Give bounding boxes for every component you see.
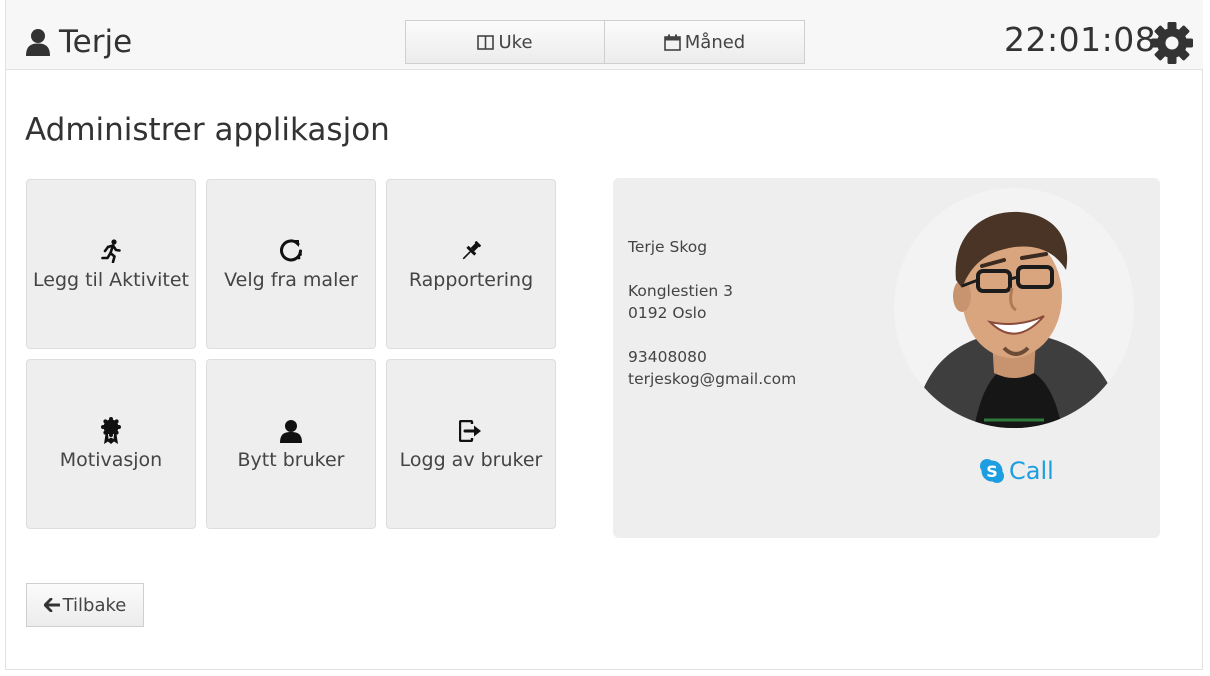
reporting-label: Rapportering xyxy=(408,269,534,291)
avatar-photo xyxy=(894,188,1134,428)
contact-info: Terje Skog Konglestien 3 0192 Oslo 93408… xyxy=(628,236,796,390)
contact-street: Konglestien 3 xyxy=(628,282,733,300)
refresh-icon xyxy=(280,239,302,262)
contact-name: Terje Skog xyxy=(628,238,708,256)
choose-template-tile[interactable]: Velg fra maler xyxy=(206,179,376,349)
logout-tile[interactable]: Logg av bruker xyxy=(386,359,556,529)
contact-card: Terje Skog Konglestien 3 0192 Oslo 93408… xyxy=(613,178,1160,538)
skype-icon: S xyxy=(980,459,1004,483)
view-toggle: Uke Måned xyxy=(405,20,805,64)
back-button[interactable]: Tilbake xyxy=(26,583,144,627)
month-view-button[interactable]: Måned xyxy=(605,20,805,64)
pushpin-icon xyxy=(462,240,482,260)
reporting-tile[interactable]: Rapportering xyxy=(386,179,556,349)
svg-text:S: S xyxy=(986,462,998,481)
page-title: Administrer applikasjon xyxy=(25,112,390,148)
call-label: Call xyxy=(1009,457,1054,485)
clock: 22:01:08 xyxy=(1004,20,1157,59)
top-bar: Terje Uke Måned 22:01:08 xyxy=(6,0,1203,70)
contact-postal: 0192 Oslo xyxy=(628,304,707,322)
month-view-label: Måned xyxy=(684,31,746,53)
user-name: Terje xyxy=(59,24,133,60)
arrow-left-icon xyxy=(43,598,60,612)
columns-icon xyxy=(477,34,495,50)
contact-email: terjeskog@gmail.com xyxy=(628,370,797,388)
user-icon xyxy=(26,29,50,56)
logout-icon xyxy=(459,420,481,442)
gear-icon[interactable] xyxy=(1150,21,1194,65)
back-label: Tilbake xyxy=(62,594,127,616)
contact-phone: 93408080 xyxy=(628,348,707,366)
motivation-tile[interactable]: Motivasjon xyxy=(26,359,196,529)
add-activity-tile[interactable]: Legg til Aktivitet xyxy=(26,179,196,349)
motivation-label: Motivasjon xyxy=(59,449,163,471)
week-view-button[interactable]: Uke xyxy=(405,20,605,64)
avatar xyxy=(894,188,1134,428)
skype-call-button[interactable]: S Call xyxy=(979,457,1054,485)
logout-label: Logg av bruker xyxy=(399,449,543,471)
award-icon xyxy=(101,417,121,444)
user-icon xyxy=(280,420,302,443)
switch-user-label: Bytt bruker xyxy=(237,449,345,471)
choose-template-label: Velg fra maler xyxy=(224,269,358,291)
running-icon xyxy=(101,239,121,263)
switch-user-tile[interactable]: Bytt bruker xyxy=(206,359,376,529)
calendar-icon xyxy=(663,34,681,51)
current-user[interactable]: Terje xyxy=(25,22,132,62)
week-view-label: Uke xyxy=(498,31,533,53)
add-activity-label: Legg til Aktivitet xyxy=(33,269,189,291)
